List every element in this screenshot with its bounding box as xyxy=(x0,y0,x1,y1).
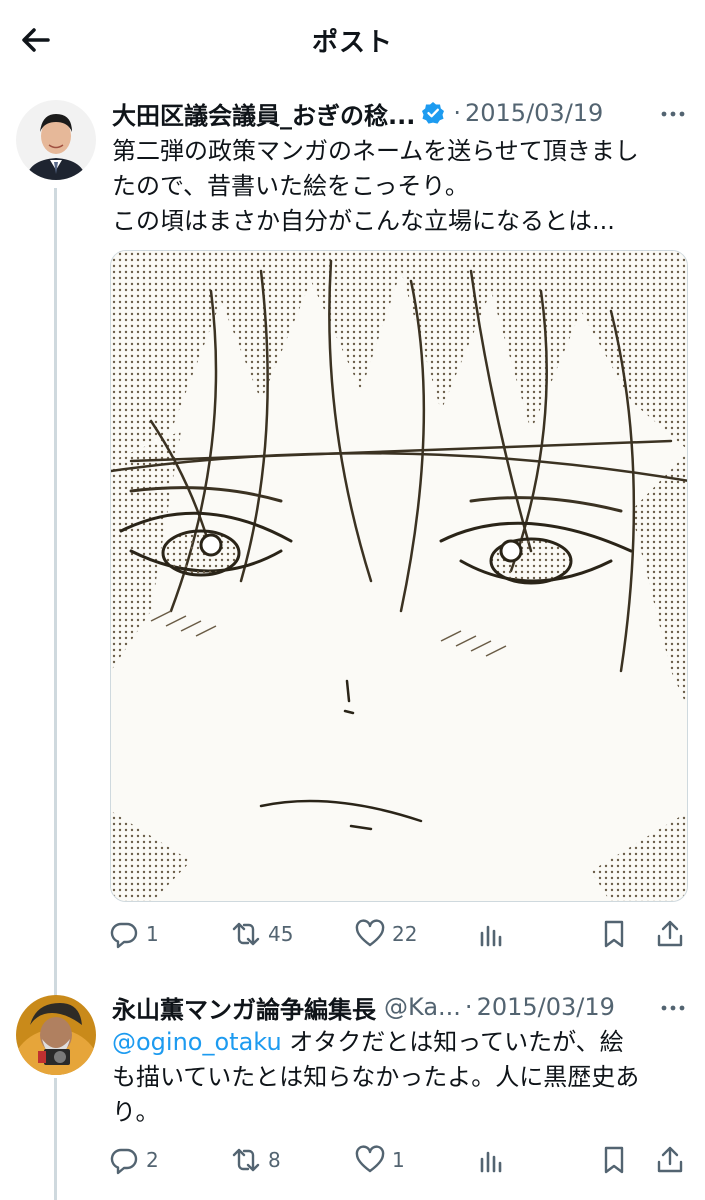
reply-icon xyxy=(110,922,138,949)
share-button[interactable] xyxy=(654,914,686,954)
top-bar: ポスト xyxy=(0,0,705,80)
heart-icon xyxy=(355,919,385,947)
like-button[interactable]: 22 xyxy=(354,914,417,954)
repost-button[interactable]: 8 xyxy=(230,1140,281,1180)
tweet-actions: 2 8 1 xyxy=(108,1140,688,1180)
repost-count: 8 xyxy=(268,1148,281,1172)
like-count: 22 xyxy=(392,922,418,946)
views-button[interactable] xyxy=(476,914,508,954)
reply-count: 2 xyxy=(146,1148,159,1172)
author-name[interactable]: 大田区議会議員_おぎの稔... xyxy=(112,96,415,131)
tweet-text-line: たので、昔書いた絵をこっそり。 xyxy=(112,172,469,200)
separator-dot: · xyxy=(453,99,461,127)
reply-button[interactable]: 1 xyxy=(108,914,159,954)
tweet-text-line: この頃はまさか自分がこんな立場になるとは... xyxy=(112,207,615,235)
post-date[interactable]: 2015/03/19 xyxy=(477,993,615,1021)
bookmark-icon xyxy=(604,1146,624,1174)
tweet-header: 永山薫マンガ論争編集長 @Ka... · 2015/03/19 xyxy=(112,990,692,1024)
tweet-text: 第二弾の政策マンガのネームを送らせて頂きまし たので、昔書いた絵をこっそり。 こ… xyxy=(112,134,687,239)
tweet-text: @ogino_otaku オタクだとは知っていたが、絵 も描いていたとは知らなか… xyxy=(112,1025,687,1130)
separator-dot: · xyxy=(464,993,473,1021)
tweet-text-line: も描いていたとは知らなかったよ。人に黒歴史あ xyxy=(112,1063,640,1091)
share-icon xyxy=(657,1146,683,1173)
tweet-text-line: り。 xyxy=(112,1098,160,1126)
page-title: ポスト xyxy=(311,28,393,58)
thread-connector-line xyxy=(54,1078,57,1200)
reply-count: 1 xyxy=(146,922,159,946)
like-count: 1 xyxy=(392,1148,405,1172)
views-chart-icon xyxy=(480,1151,502,1173)
bookmark-icon xyxy=(604,920,624,948)
tweet-text-segment: オタクだとは知っていたが、絵 xyxy=(281,1028,624,1056)
bookmark-button[interactable] xyxy=(598,914,630,954)
more-options-icon[interactable] xyxy=(659,996,687,1020)
mention-link[interactable]: @ogino_otaku xyxy=(112,1028,282,1056)
more-options-icon[interactable] xyxy=(659,102,687,126)
share-button[interactable] xyxy=(654,1140,686,1180)
tweet-actions: 1 45 22 xyxy=(108,914,688,954)
reply-button[interactable]: 2 xyxy=(108,1140,159,1180)
tweet-header: 大田区議会議員_おぎの稔... · 2015/03/19 xyxy=(112,96,692,130)
bookmark-button[interactable] xyxy=(598,1140,630,1180)
repost-icon xyxy=(232,922,260,946)
tweet-image[interactable] xyxy=(110,250,688,902)
avatar[interactable] xyxy=(16,100,96,180)
post-date[interactable]: 2015/03/19 xyxy=(465,99,603,127)
share-icon xyxy=(657,920,683,947)
verified-badge-icon xyxy=(421,101,445,125)
thread-connector-line xyxy=(54,188,57,998)
repost-count: 45 xyxy=(268,922,294,946)
repost-button[interactable]: 45 xyxy=(230,914,293,954)
author-handle[interactable]: @Ka... xyxy=(384,993,461,1021)
repost-icon xyxy=(232,1148,260,1172)
views-button[interactable] xyxy=(476,1140,508,1180)
tweet-text-line: @ogino_otaku オタクだとは知っていたが、絵 xyxy=(112,1025,687,1060)
like-button[interactable]: 1 xyxy=(354,1140,405,1180)
author-name[interactable]: 永山薫マンガ論争編集長 xyxy=(112,990,376,1025)
reply-icon xyxy=(110,1148,138,1175)
heart-icon xyxy=(355,1145,385,1173)
tweet-text-line: 第二弾の政策マンガのネームを送らせて頂きまし xyxy=(112,137,639,165)
avatar[interactable] xyxy=(16,995,96,1075)
views-chart-icon xyxy=(480,925,502,947)
